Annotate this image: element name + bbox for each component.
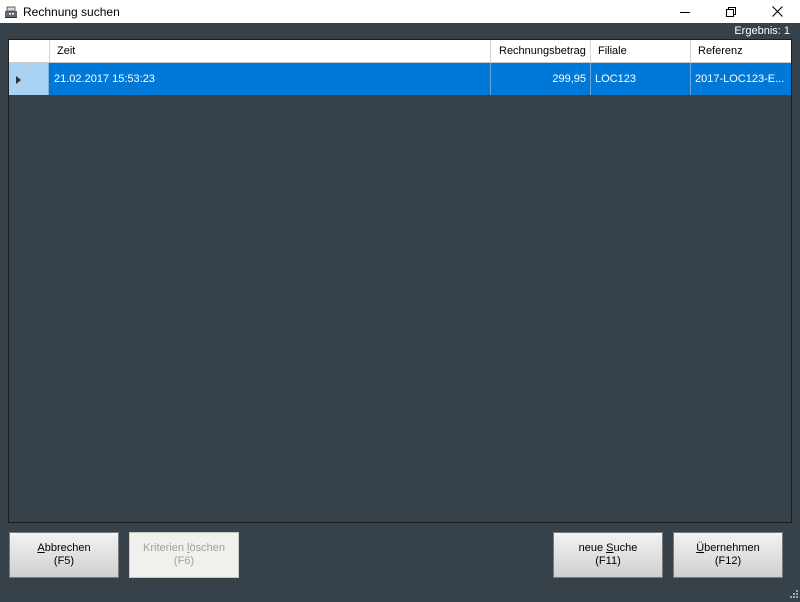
new-search-label: neue Suche	[578, 542, 638, 554]
title-bar: Rechnung suchen	[0, 0, 800, 23]
cash-register-icon	[3, 4, 19, 20]
close-button[interactable]	[754, 0, 800, 23]
cancel-button[interactable]: Abbrechen (F5)	[9, 532, 119, 578]
resize-grip-icon[interactable]	[789, 589, 799, 599]
invoice-grid[interactable]: Zeit Rechnungsbetrag Filiale Referenz 21…	[8, 39, 792, 523]
column-header-referenz[interactable]: Referenz	[691, 40, 791, 62]
grid-header: Zeit Rechnungsbetrag Filiale Referenz	[9, 40, 791, 63]
cell-referenz[interactable]: 2017-LOC123-E...	[691, 63, 791, 95]
row-header[interactable]	[9, 63, 49, 95]
cell-filiale[interactable]: LOC123	[591, 63, 691, 95]
column-header-zeit[interactable]: Zeit	[50, 40, 491, 62]
new-search-shortcut: (F11)	[595, 555, 621, 567]
restore-icon	[726, 6, 736, 17]
table-row[interactable]: 21.02.2017 15:53:23 299,95 LOC123 2017-L…	[9, 63, 791, 95]
clear-criteria-label: Kriterien löschen	[143, 542, 225, 554]
column-header-rechnungsbetrag[interactable]: Rechnungsbetrag	[491, 40, 591, 62]
result-count: Ergebnis: 1	[734, 25, 790, 37]
cell-zeit[interactable]: 21.02.2017 15:53:23	[50, 63, 491, 95]
cell-rechnungsbetrag[interactable]: 299,95	[491, 63, 591, 95]
current-row-arrow-icon	[16, 76, 21, 84]
new-search-button[interactable]: neue Suche (F11)	[553, 532, 663, 578]
close-icon	[771, 6, 783, 17]
clear-criteria-shortcut: (F6)	[173, 555, 195, 567]
accept-button[interactable]: Übernehmen (F12)	[673, 532, 783, 578]
minimize-icon	[680, 11, 690, 13]
minimize-button[interactable]	[662, 0, 708, 23]
cancel-label: Abbrechen	[37, 542, 91, 554]
clear-criteria-button[interactable]: Kriterien löschen (F6)	[129, 532, 239, 578]
accept-label: Übernehmen	[696, 542, 760, 554]
window-title: Rechnung suchen	[23, 5, 120, 19]
cancel-shortcut: (F5)	[53, 555, 75, 567]
restore-button[interactable]	[708, 0, 754, 23]
row-header-corner	[9, 40, 50, 62]
accept-shortcut: (F12)	[714, 555, 742, 567]
column-header-filiale[interactable]: Filiale	[591, 40, 691, 62]
